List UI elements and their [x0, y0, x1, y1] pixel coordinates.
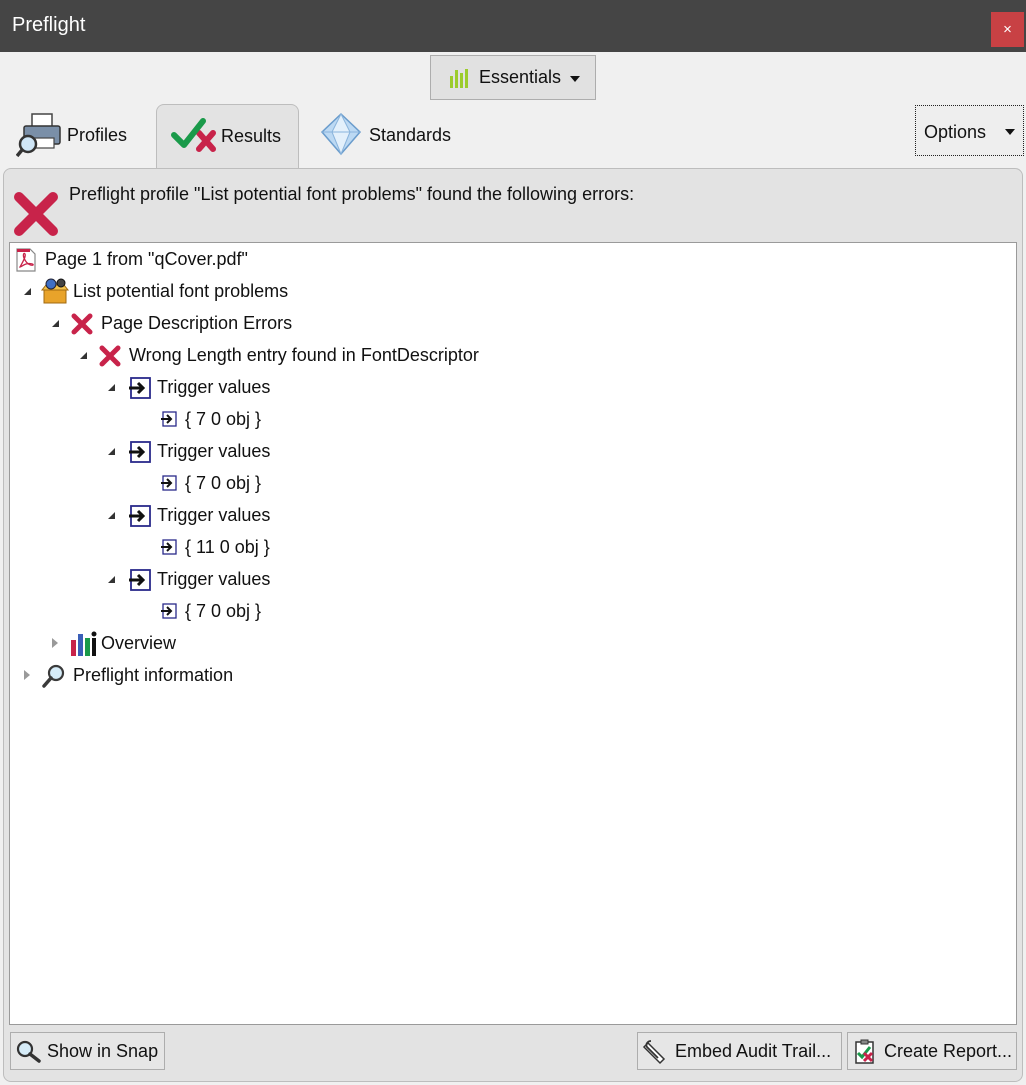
- value-icon: [161, 475, 177, 491]
- tree-label: Preflight information: [73, 665, 234, 685]
- tree-label: { 11 0 obj }: [185, 537, 270, 557]
- report-clipboard-icon: [855, 1039, 874, 1064]
- expanded-icon: [108, 446, 118, 456]
- tree-label: Overview: [101, 633, 177, 653]
- expanded-icon: [108, 574, 118, 584]
- tree-label: List potential font problems: [73, 281, 289, 301]
- magnifier-icon: [42, 664, 65, 688]
- embed-audit-trail-button[interactable]: Embed Audit Trail...: [637, 1032, 842, 1070]
- diamond-icon: [320, 112, 362, 156]
- trigger-arrow-icon: [129, 569, 151, 591]
- tree-label: Page Description Errors: [101, 313, 293, 333]
- value-icon: [161, 603, 177, 619]
- tree-label: Trigger values: [157, 569, 271, 589]
- tab-label-results: Results: [221, 126, 282, 146]
- tree-label: Trigger values: [157, 441, 271, 461]
- pdf-file-icon: [16, 248, 36, 272]
- profile-set-dropdown[interactable]: Essentials: [430, 55, 596, 100]
- bar-chart-icon: [450, 69, 468, 88]
- tab-profiles[interactable]: Profiles: [10, 104, 150, 169]
- options-label: Options: [924, 122, 987, 142]
- chevron-down-icon: [1005, 129, 1015, 135]
- tab-label-profiles: Profiles: [67, 125, 128, 145]
- tree-label: Trigger values: [157, 377, 271, 397]
- tree-label: Wrong Length entry found in FontDescript…: [129, 345, 479, 365]
- profile-tools-icon: [40, 278, 70, 304]
- expanded-icon: [80, 350, 90, 360]
- value-icon: [161, 539, 177, 555]
- overview-chart-icon: [71, 631, 97, 656]
- collapsed-icon: [24, 670, 34, 680]
- create-report-label: Create Report...: [884, 1041, 1013, 1061]
- trigger-arrow-icon: [129, 377, 151, 399]
- tab-results[interactable]: Results: [156, 104, 299, 169]
- close-button[interactable]: ×: [991, 12, 1024, 47]
- expanded-icon: [108, 510, 118, 520]
- show-in-snap-label: Show in Snap: [47, 1041, 159, 1061]
- tree-label: { 7 0 obj }: [185, 473, 262, 493]
- tab-standards[interactable]: Standards: [312, 104, 482, 169]
- error-x-icon: [14, 192, 58, 236]
- create-report-button[interactable]: Create Report...: [847, 1032, 1017, 1070]
- collapsed-icon: [52, 638, 62, 648]
- expanded-icon: [52, 318, 62, 328]
- chevron-down-icon: [570, 76, 580, 82]
- printer-magnifier-icon: [16, 113, 61, 158]
- expanded-icon: [24, 286, 34, 296]
- tab-label-standards: Standards: [369, 125, 452, 145]
- value-icon: [161, 411, 177, 427]
- tree-label: Trigger values: [157, 505, 271, 525]
- window-title: Preflight: [12, 14, 86, 36]
- tree-label: { 7 0 obj }: [185, 409, 262, 429]
- check-cross-icon: [171, 118, 216, 152]
- expanded-icon: [108, 382, 118, 392]
- window-titlebar: Preflight ×: [0, 0, 1026, 52]
- results-tree[interactable]: Page 1 from "qCover.pdf" List potential …: [9, 242, 1017, 1025]
- tree-label: { 7 0 obj }: [185, 601, 262, 621]
- preflight-summary: Preflight profile "List potential font p…: [69, 184, 635, 204]
- error-x-icon: [99, 345, 121, 367]
- tree-label: Page 1 from "qCover.pdf": [45, 249, 248, 269]
- close-icon: ×: [1003, 21, 1012, 38]
- paperclip-icon: [642, 1040, 666, 1065]
- profile-set-label: Essentials: [479, 67, 562, 87]
- trigger-arrow-icon: [129, 505, 151, 527]
- magnifier-icon: [16, 1040, 41, 1063]
- error-x-icon: [71, 313, 93, 335]
- show-in-snap-button[interactable]: Show in Snap: [10, 1032, 165, 1070]
- options-dropdown[interactable]: Options: [915, 105, 1024, 156]
- trigger-arrow-icon: [129, 441, 151, 463]
- embed-audit-trail-label: Embed Audit Trail...: [675, 1041, 832, 1061]
